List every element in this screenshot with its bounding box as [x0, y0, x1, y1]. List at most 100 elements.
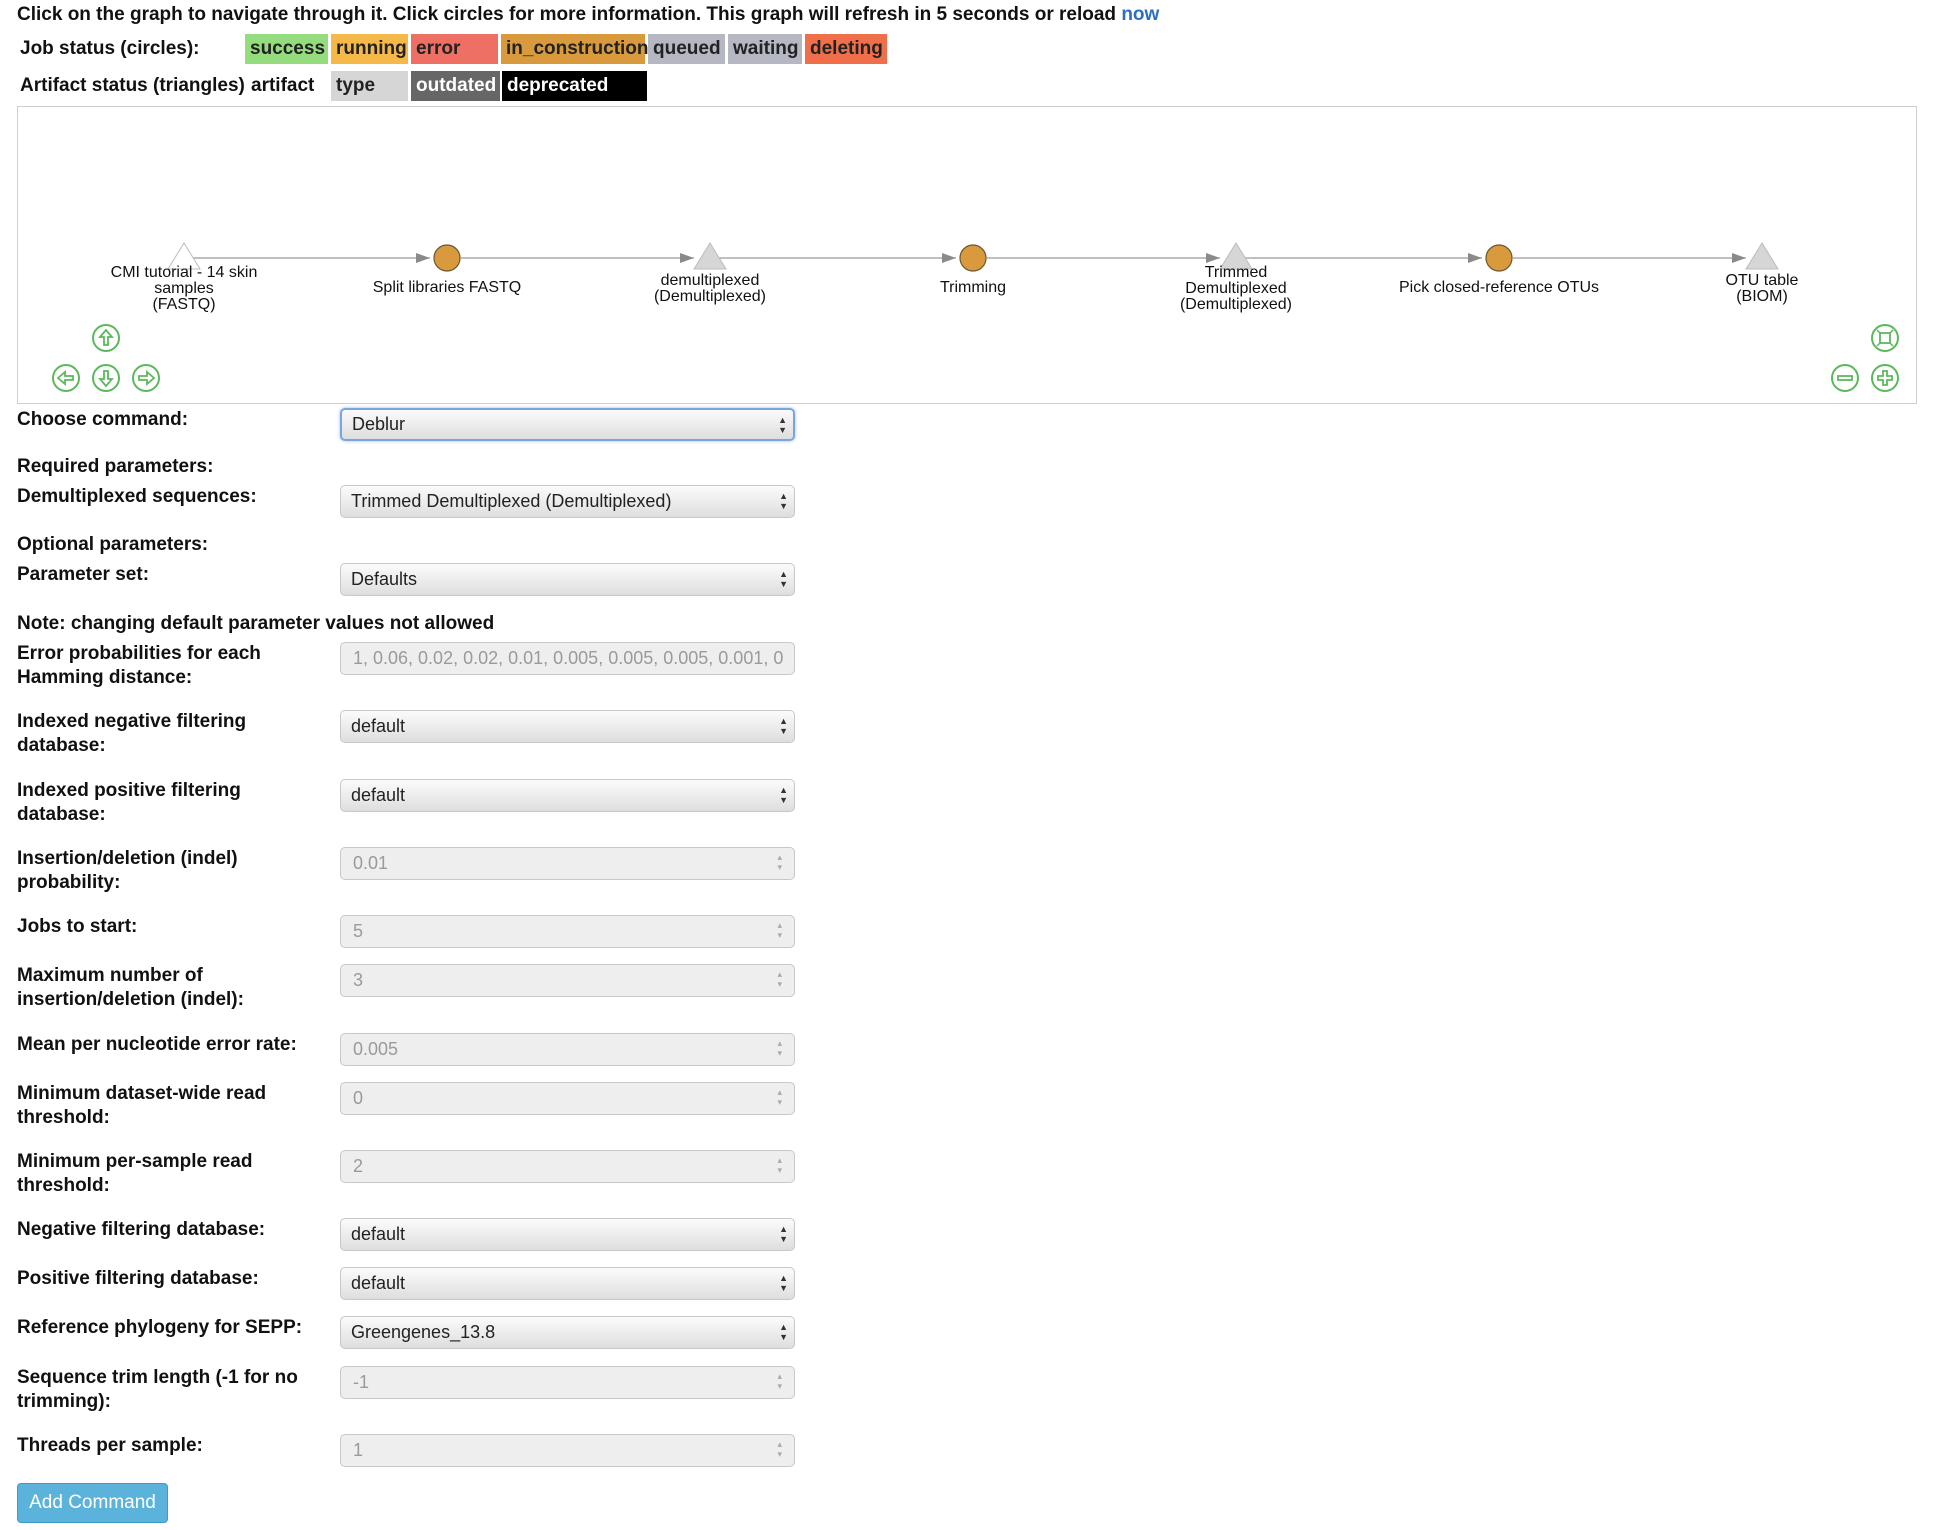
artifact-node[interactable]: TrimmedDemultiplexed(Demultiplexed) [1180, 242, 1292, 313]
param-input-value: 0.01 [353, 853, 389, 873]
zoom-out-icon[interactable] [1830, 363, 1860, 393]
param-select[interactable]: default ▲ ▼ [340, 1218, 795, 1251]
param-number-input[interactable]: 0 ▴ ▾ [340, 1082, 795, 1115]
demultiplexed-sequences-select[interactable]: Trimmed Demultiplexed (Demultiplexed) ▲ ▼ [340, 485, 795, 518]
refresh-notice: Click on the graph to navigate through i… [17, 4, 1159, 26]
artifact-node[interactable]: CMI tutorial - 14 skinsamples(FASTQ) [111, 242, 258, 313]
param-number-input[interactable]: 2 ▴ ▾ [340, 1150, 795, 1183]
param-label: Reference phylogeny for SEPP: [17, 1317, 303, 1338]
pan-down-icon[interactable] [91, 363, 121, 393]
number-spinner-icon[interactable]: ▴ ▾ [777, 1087, 782, 1107]
graph-node-label: demultiplexed [661, 272, 760, 289]
param-select-value: default [351, 1273, 406, 1293]
job-node-circle[interactable] [433, 244, 461, 272]
graph-node-label: Trimmed [1205, 264, 1268, 281]
job-status-chip-running: running [331, 34, 408, 64]
param-label: Minimum per-sample read threshold: [17, 1151, 253, 1196]
param-label: Error probabilities for each Hamming dis… [17, 643, 261, 688]
graph-node-label: (Demultiplexed) [1180, 296, 1292, 313]
job-node[interactable]: Trimming [940, 244, 1006, 296]
param-select-value: Greengenes_13.8 [351, 1322, 496, 1342]
param-label: Insertion/deletion (indel) probability: [17, 848, 238, 893]
job-status-legend-label: Job status (circles): [20, 38, 200, 59]
workflow-graph-canvas[interactable]: CMI tutorial - 14 skinsamples(FASTQ) Spli… [18, 107, 1916, 403]
select-arrows-icon: ▲ ▼ [779, 1273, 788, 1293]
artifact-node-triangle[interactable] [693, 242, 727, 270]
param-label: Maximum number of insertion/deletion (in… [17, 965, 244, 1010]
param-label: Minimum dataset-wide read threshold: [17, 1083, 267, 1128]
graph-node-label: (FASTQ) [152, 296, 215, 313]
param-number-input[interactable]: 0.005 ▴ ▾ [340, 1033, 795, 1066]
job-status-chip-waiting: waiting [728, 34, 802, 64]
command-select[interactable]: Deblur ▲ ▼ [340, 408, 795, 441]
graph-edge-arrow [416, 253, 430, 263]
workflow-graph[interactable]: CMI tutorial - 14 skin samples (FASTQ) Spli… [17, 106, 1917, 404]
param-number-input[interactable]: 5 ▴ ▾ [340, 915, 795, 948]
select-arrows-icon: ▲ ▼ [778, 415, 787, 435]
graph-edge-arrow [1732, 253, 1746, 263]
number-spinner-icon[interactable]: ▴ ▾ [777, 1038, 782, 1058]
param-input-value: 1, 0.06, 0.02, 0.02, 0.01, 0.005, 0.005,… [353, 648, 784, 668]
artifact-node-triangle[interactable] [1745, 242, 1779, 270]
graph-node-label: CMI tutorial - 14 skin [111, 264, 258, 281]
param-label: Indexed positive filtering database: [17, 780, 241, 825]
number-spinner-icon[interactable]: ▴ ▾ [777, 852, 782, 872]
graph-edge-arrow [680, 253, 694, 263]
param-label: Jobs to start: [17, 916, 138, 937]
graph-edge-arrow [1206, 253, 1220, 263]
parameter-set-value: Defaults [351, 569, 418, 589]
select-arrows-icon: ▲ ▼ [779, 716, 788, 736]
parameter-set-label: Parameter set: [17, 564, 150, 585]
artifact-status-legend-label: Artifact status (triangles): [20, 75, 252, 96]
param-select[interactable]: default ▲ ▼ [340, 710, 795, 743]
parameter-set-select[interactable]: Defaults ▲ ▼ [340, 563, 795, 596]
graph-node-label: Pick closed-reference OTUs [1399, 279, 1599, 296]
optional-parameters-heading: Optional parameters: [17, 534, 209, 555]
param-number-input[interactable]: 3 ▴ ▾ [340, 964, 795, 997]
graph-node-label: samples [154, 280, 214, 297]
pan-up-icon[interactable] [91, 323, 121, 353]
artifact-status-chip-deprecated: deprecated [502, 71, 647, 101]
refresh-notice-text: Click on the graph to navigate through i… [17, 4, 1122, 25]
pan-right-icon[interactable] [131, 363, 161, 393]
number-spinner-icon[interactable]: ▴ ▾ [777, 920, 782, 940]
param-input-value: 3 [353, 970, 364, 990]
param-label: Mean per nucleotide error rate: [17, 1034, 297, 1055]
zoom-fit-icon[interactable] [1870, 323, 1900, 353]
zoom-in-icon[interactable] [1870, 363, 1900, 393]
graph-node-label: (Demultiplexed) [654, 288, 766, 305]
param-select[interactable]: Greengenes_13.8 ▲ ▼ [340, 1316, 795, 1349]
number-spinner-icon[interactable]: ▴ ▾ [777, 1371, 782, 1391]
job-node[interactable]: Split libraries FASTQ [373, 244, 521, 296]
reload-now-link[interactable]: now [1121, 4, 1159, 25]
job-node[interactable]: Pick closed-reference OTUs [1399, 244, 1599, 296]
job-node-circle[interactable] [1485, 244, 1513, 272]
command-select-value: Deblur [352, 414, 406, 434]
param-input-value: 0 [353, 1088, 364, 1108]
param-select-value: default [351, 785, 406, 805]
demultiplexed-sequences-label: Demultiplexed sequences: [17, 486, 257, 507]
pan-left-icon[interactable] [51, 363, 81, 393]
select-arrows-icon: ▲ ▼ [779, 1322, 788, 1342]
param-label: Sequence trim length (-1 for no trimming… [17, 1367, 298, 1412]
param-number-input[interactable]: 1 ▴ ▾ [340, 1434, 795, 1467]
number-spinner-icon[interactable]: ▴ ▾ [777, 1155, 782, 1175]
graph-node-label: (BIOM) [1736, 288, 1788, 305]
artifact-node[interactable]: demultiplexed(Demultiplexed) [654, 242, 766, 305]
job-status-chip-queued: queued [648, 34, 725, 64]
param-input-value: -1 [353, 1372, 370, 1392]
param-select[interactable]: default ▲ ▼ [340, 1267, 795, 1300]
number-spinner-icon[interactable]: ▴ ▾ [777, 969, 782, 989]
add-command-button[interactable]: Add Command [17, 1483, 168, 1523]
param-label: Negative filtering database: [17, 1219, 266, 1240]
param-number-input[interactable]: 0.01 ▴ ▾ [340, 847, 795, 880]
param-number-input[interactable]: -1 ▴ ▾ [340, 1366, 795, 1399]
demultiplexed-sequences-value: Trimmed Demultiplexed (Demultiplexed) [351, 491, 672, 511]
param-text-input[interactable]: 1, 0.06, 0.02, 0.02, 0.01, 0.005, 0.005,… [340, 642, 795, 675]
graph-node-label: Split libraries FASTQ [373, 279, 521, 296]
param-select[interactable]: default ▲ ▼ [340, 779, 795, 812]
graph-node-label: Demultiplexed [1185, 280, 1286, 297]
number-spinner-icon[interactable]: ▴ ▾ [777, 1439, 782, 1459]
artifact-node[interactable]: OTU table(BIOM) [1726, 242, 1799, 305]
job-node-circle[interactable] [959, 244, 987, 272]
